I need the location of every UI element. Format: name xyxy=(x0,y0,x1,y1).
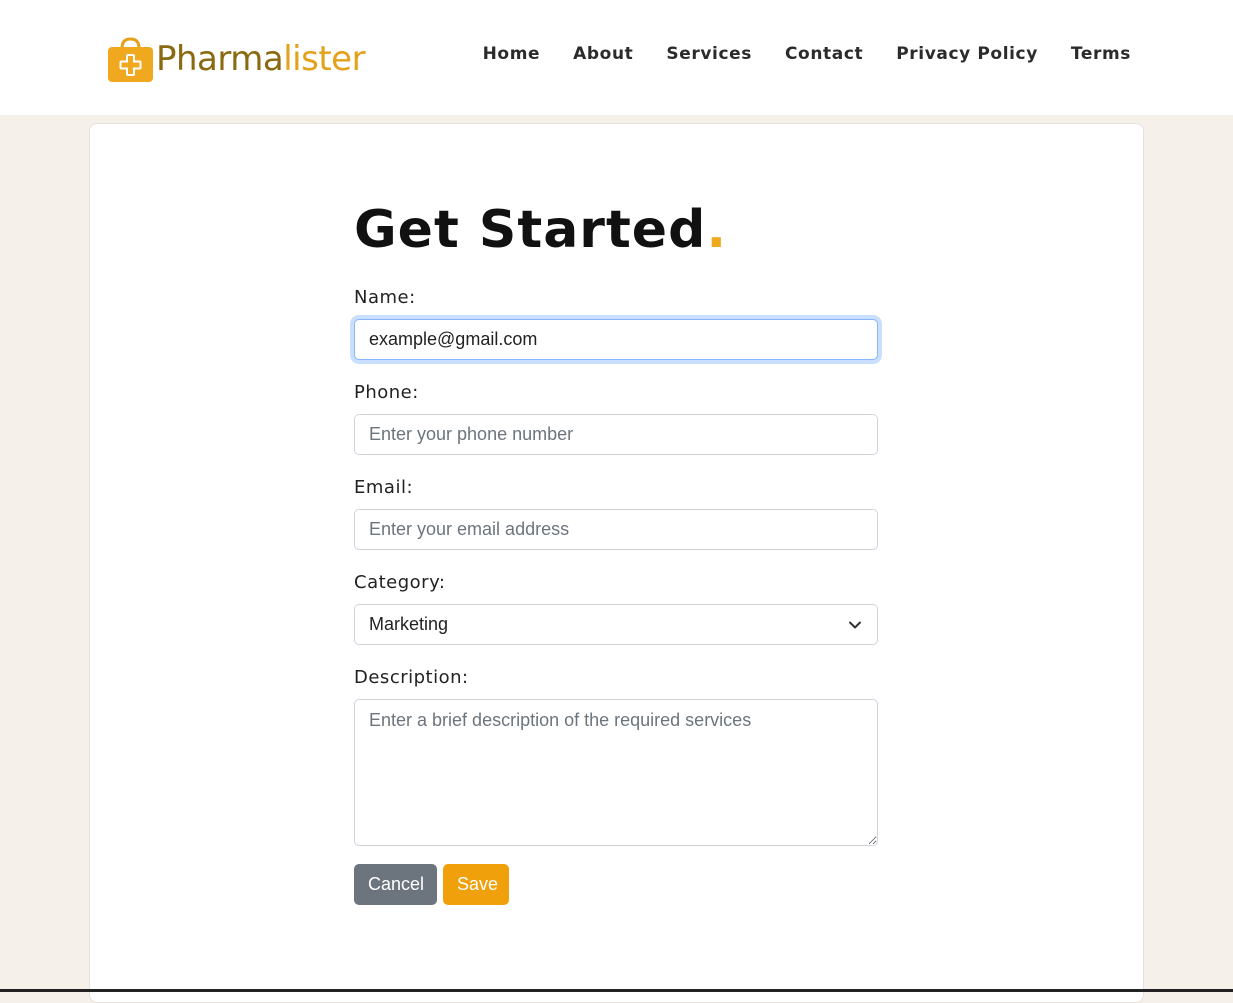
nav-terms[interactable]: Terms xyxy=(1071,44,1131,64)
brand-logo[interactable]: Pharmalister xyxy=(107,34,366,84)
page-title-text: Get Started xyxy=(354,200,707,260)
shopping-bag-plus-icon xyxy=(107,36,154,83)
nav-services[interactable]: Services xyxy=(666,44,752,64)
brand-name-part2: lister xyxy=(283,39,366,79)
brand-name: Pharmalister xyxy=(156,39,366,79)
description-textarea[interactable] xyxy=(354,699,878,846)
nav-home[interactable]: Home xyxy=(483,44,541,64)
nav-privacy-policy[interactable]: Privacy Policy xyxy=(896,44,1038,64)
category-selected-value: Marketing xyxy=(354,604,878,645)
chevron-down-icon xyxy=(848,617,862,631)
name-label: Name: xyxy=(354,287,416,308)
name-input[interactable] xyxy=(354,319,878,360)
main-nav: Home About Services Contact Privacy Poli… xyxy=(450,44,1131,64)
brand-name-part1: Pharma xyxy=(156,39,284,79)
nav-contact[interactable]: Contact xyxy=(785,44,863,64)
email-label: Email: xyxy=(354,477,414,498)
title-dot: . xyxy=(706,200,728,260)
form-actions: Cancel Save xyxy=(354,864,878,905)
nav-about[interactable]: About xyxy=(573,44,633,64)
phone-label: Phone: xyxy=(354,382,419,403)
description-label: Description: xyxy=(354,667,469,688)
category-label: Category: xyxy=(354,572,446,593)
email-input[interactable] xyxy=(354,509,878,550)
get-started-form: Get Started. Name: Phone: Email: Categor… xyxy=(354,195,878,905)
site-header: Pharmalister Home About Services Contact… xyxy=(0,0,1233,115)
page-title: Get Started. xyxy=(354,195,878,267)
phone-input[interactable] xyxy=(354,414,878,455)
save-button[interactable]: Save xyxy=(443,864,509,905)
category-select[interactable]: Marketing xyxy=(354,604,878,645)
cancel-button[interactable]: Cancel xyxy=(354,864,437,905)
